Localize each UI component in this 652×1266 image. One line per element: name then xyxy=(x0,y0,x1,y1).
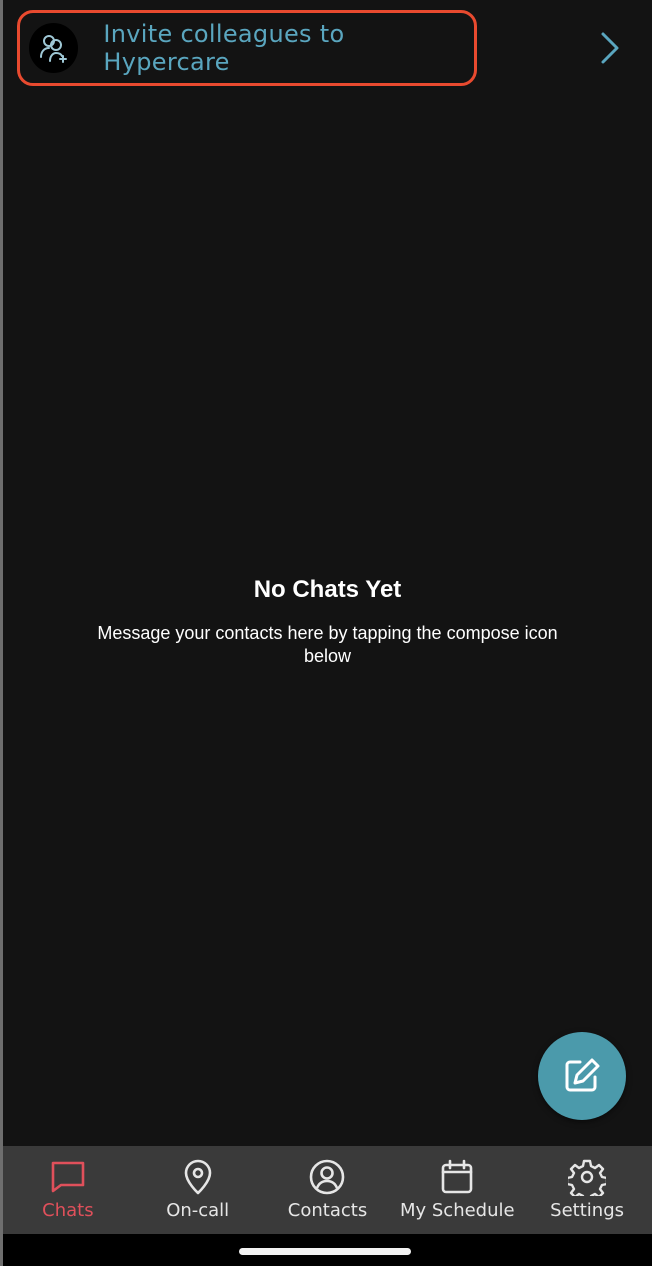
chevron-right-icon[interactable] xyxy=(598,30,622,66)
invite-label: Invite colleagues to Hypercare xyxy=(103,20,345,76)
tab-settings[interactable]: Settings xyxy=(522,1146,652,1234)
invite-highlight-box[interactable]: Invite colleagues to Hypercare xyxy=(17,10,477,86)
tab-label-settings: Settings xyxy=(550,1200,624,1221)
chats-screen: Invite colleagues to Hypercare No Chats … xyxy=(3,0,652,1266)
location-pin-icon xyxy=(184,1159,211,1195)
tab-my-schedule[interactable]: My Schedule xyxy=(392,1146,522,1234)
gear-icon xyxy=(568,1159,607,1196)
chat-icon xyxy=(51,1161,85,1193)
tab-contacts[interactable]: Contacts xyxy=(263,1146,393,1234)
tab-chats[interactable]: Chats xyxy=(3,1146,133,1234)
compose-button[interactable] xyxy=(538,1032,626,1120)
tab-label-chats: Chats xyxy=(42,1200,94,1221)
user-circle-icon xyxy=(310,1159,345,1195)
tab-on-call[interactable]: On-call xyxy=(133,1146,263,1234)
invite-banner[interactable]: Invite colleagues to Hypercare xyxy=(3,0,652,96)
compose-icon xyxy=(565,1058,600,1092)
empty-state: No Chats Yet Message your contacts here … xyxy=(3,576,652,668)
invite-user-icon xyxy=(29,23,79,73)
empty-state-title: No Chats Yet xyxy=(253,576,402,603)
bottom-tab-bar: Chats On-call Contacts My Schedule Setti… xyxy=(3,1146,652,1234)
home-indicator[interactable] xyxy=(239,1248,411,1255)
tab-label-contacts: Contacts xyxy=(287,1200,368,1221)
tab-label-my-schedule: My Schedule xyxy=(399,1200,515,1221)
calendar-icon xyxy=(441,1159,473,1194)
empty-state-message: Message your contacts here by tapping th… xyxy=(97,623,558,666)
tab-label-on-call: On-call xyxy=(166,1200,230,1221)
